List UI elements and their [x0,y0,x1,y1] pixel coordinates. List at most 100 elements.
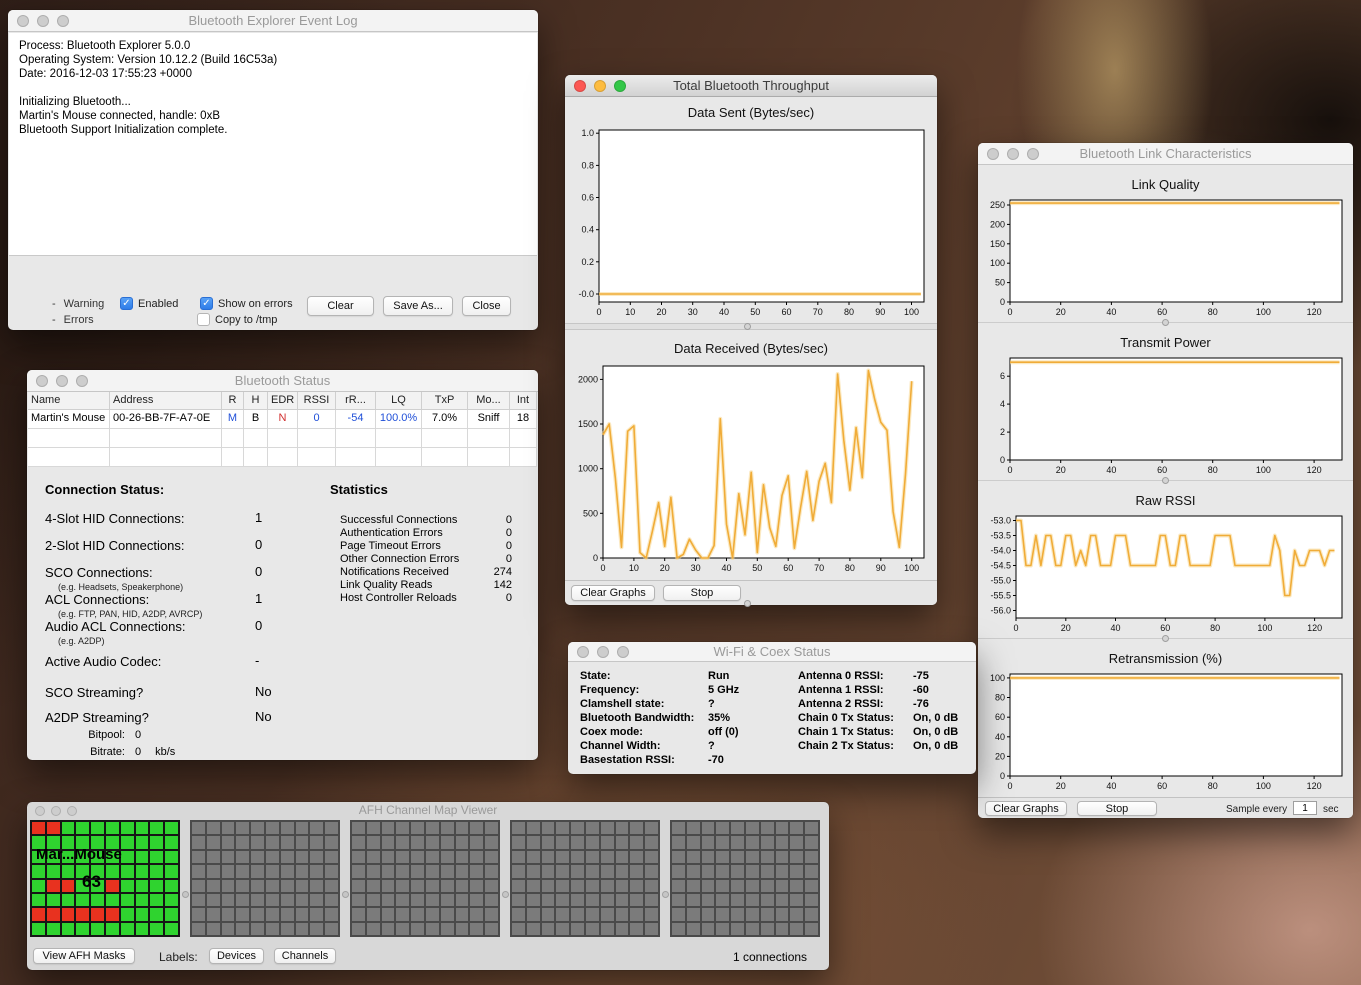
status-table-header-cell[interactable]: Int [510,392,537,410]
close-traffic-light[interactable] [35,806,45,816]
zoom-traffic-light[interactable] [614,80,626,92]
status-table-header-cell[interactable]: Mo... [468,392,510,410]
afh-channel-cell [645,894,658,906]
zoom-traffic-light[interactable] [57,15,69,27]
labels-devices-button[interactable]: Devices [209,948,264,964]
status-table-row[interactable] [28,429,537,448]
window-title: Bluetooth Status [235,373,330,388]
minimize-traffic-light[interactable] [37,15,49,27]
status-table-header-cell[interactable]: EDR [268,392,298,410]
afh-block[interactable]: Mar...Mouse63 [30,820,180,937]
view-afh-masks-button[interactable]: View AFH Masks [33,948,135,964]
afh-block[interactable] [670,820,820,937]
status-table-row[interactable]: Martin's Mouse00-26-BB-7F-A7-0EMBN0-5410… [28,410,537,429]
svg-text:-56.0: -56.0 [990,606,1011,616]
afh-channel-cell [121,908,134,920]
clear-graphs-button[interactable]: Clear Graphs [985,801,1067,816]
afh-channel-cell [441,836,454,848]
stop-button[interactable]: Stop [1077,801,1157,816]
save-as-button[interactable]: Save As... [383,296,453,316]
afh-channel-cell [266,894,279,906]
status-table-header-cell[interactable]: H [244,392,268,410]
svg-text:50: 50 [752,563,762,573]
wifi-row: Coex mode:off (0) [580,726,790,740]
svg-text:60: 60 [781,307,791,317]
splitter-dimple[interactable] [1162,319,1169,326]
svg-text:30: 30 [688,307,698,317]
afh-block[interactable] [510,820,660,937]
splitter-dimple[interactable] [1162,477,1169,484]
minimize-traffic-light[interactable] [597,646,609,658]
close-button[interactable]: Close [462,296,511,316]
minimize-traffic-light[interactable] [56,375,68,387]
splitter-dimple[interactable] [744,323,751,330]
minimize-traffic-light[interactable] [51,806,61,816]
separator-dimple[interactable] [502,891,509,898]
status-table-row[interactable] [28,448,537,467]
afh-channel-cell [630,836,643,848]
connection-status-value: 1 [255,510,262,525]
afh-titlebar[interactable]: AFH Channel Map Viewer [27,802,829,818]
afh-channel-cell [411,836,424,848]
close-traffic-light[interactable] [17,15,29,27]
status-table-header-cell[interactable]: R [222,392,244,410]
separator-dimple[interactable] [662,891,669,898]
afh-channel-cell [396,851,409,863]
stop-button[interactable]: Stop [663,585,741,601]
status-table-header-cell[interactable]: TxP [422,392,468,410]
enabled-checkbox[interactable]: ✓ Enabled [120,297,178,310]
minimize-traffic-light[interactable] [594,80,606,92]
status-table-header-cell[interactable]: Address [110,392,222,410]
afh-channel-cell [630,851,643,863]
close-traffic-light[interactable] [577,646,589,658]
afh-channel-cell [571,880,584,892]
status-table-header-cell[interactable]: LQ [376,392,422,410]
sample-interval-input[interactable] [1293,801,1317,815]
show-on-errors-checkbox[interactable]: ✓ Show on errors [200,297,293,310]
event-log-titlebar[interactable]: Bluetooth Explorer Event Log [8,10,538,32]
wifi-row: Basestation RSSI:-70 [580,754,790,768]
splitter-dimple[interactable] [1162,635,1169,642]
afh-channel-cell [716,908,729,920]
resize-dimple[interactable] [744,600,751,607]
afh-channel-cell [746,865,759,877]
separator-dimple[interactable] [182,891,189,898]
zoom-traffic-light[interactable] [76,375,88,387]
clear-button[interactable]: Clear [307,296,374,316]
close-traffic-light[interactable] [574,80,586,92]
svg-text:100: 100 [1256,781,1271,791]
event-log-text: Process: Bluetooth Explorer 5.0.0Operati… [9,33,537,256]
zoom-traffic-light[interactable] [1027,148,1039,160]
wifi-row: Chain 2 Tx Status:On, 0 dB [798,740,970,754]
afh-channel-cell [236,880,249,892]
wifi-row: Antenna 0 RSSI:-75 [798,670,970,684]
labels-channels-button[interactable]: Channels [274,948,336,964]
afh-channel-cell [150,923,163,935]
status-titlebar[interactable]: Bluetooth Status [27,370,538,392]
zoom-traffic-light[interactable] [617,646,629,658]
afh-channel-cell [236,908,249,920]
minimize-traffic-light[interactable] [1007,148,1019,160]
status-table-header-cell[interactable]: Name [28,392,110,410]
afh-channel-cell [367,822,380,834]
status-table-cell [298,448,336,467]
afh-block[interactable] [350,820,500,937]
close-traffic-light[interactable] [987,148,999,160]
pane-splitter[interactable] [565,323,937,330]
status-table-header-cell[interactable]: RSSI [298,392,336,410]
log-line: Date: 2016-12-03 17:55:23 +0000 [19,67,527,81]
throughput-titlebar[interactable]: Total Bluetooth Throughput [565,75,937,97]
afh-channel-cell [645,923,658,935]
afh-channel-cell [91,908,104,920]
separator-dimple[interactable] [342,891,349,898]
clear-graphs-button[interactable]: Clear Graphs [571,585,655,601]
status-table-header-cell[interactable]: rR... [336,392,376,410]
close-traffic-light[interactable] [36,375,48,387]
link-titlebar[interactable]: Bluetooth Link Characteristics [978,143,1353,165]
afh-channel-cell [222,908,235,920]
zoom-traffic-light[interactable] [67,806,77,816]
wifi-titlebar[interactable]: Wi-Fi & Coex Status [568,642,976,662]
copy-to-tmp-checkbox[interactable]: Copy to /tmp [197,313,277,326]
afh-channel-cell [121,894,134,906]
afh-block[interactable] [190,820,340,937]
